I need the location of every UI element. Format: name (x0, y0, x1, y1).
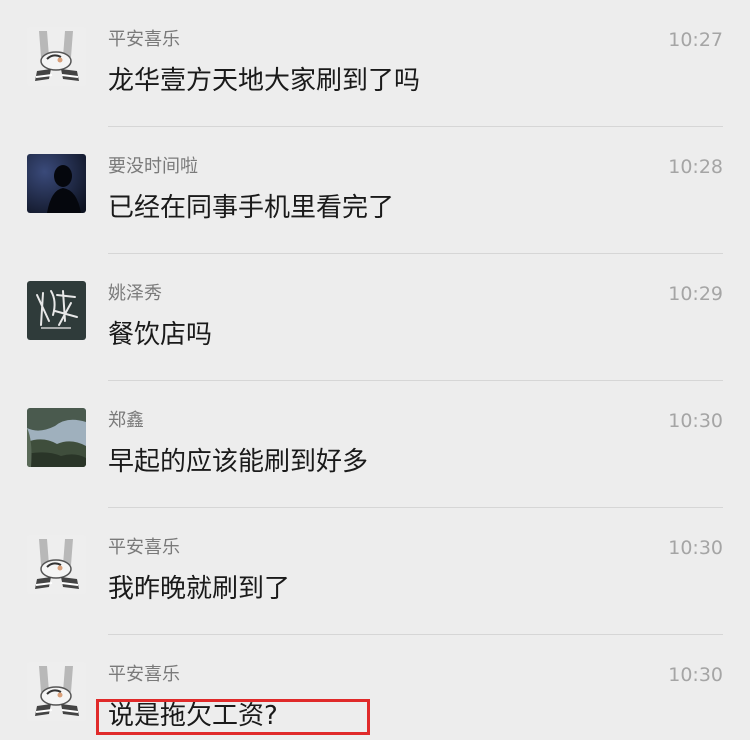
message-time: 10:27 (668, 29, 723, 51)
sender-name: 平安喜乐 (108, 29, 180, 50)
message-time: 10:30 (668, 537, 723, 559)
chat-message[interactable]: 郑鑫 10:30 早起的应该能刷到好多 (0, 381, 750, 508)
cartoon-dog-avatar-icon (27, 27, 86, 86)
sender-name: 平安喜乐 (108, 537, 180, 558)
message-text: 餐饮店吗 (108, 320, 213, 350)
message-text: 我昨晚就刷到了 (108, 574, 291, 604)
cartoon-dog-avatar-icon (27, 535, 86, 594)
chat-message[interactable]: 平安喜乐 10:30 我昨晚就刷到了 (0, 508, 750, 635)
chat-message[interactable]: 平安喜乐 10:27 龙华壹方天地大家刷到了吗 (0, 0, 750, 127)
chat-message[interactable]: 姚泽秀 10:29 餐饮店吗 (0, 254, 750, 381)
sender-name: 郑鑫 (108, 410, 144, 431)
avatar[interactable] (27, 408, 86, 467)
message-time: 10:29 (668, 283, 723, 305)
message-time: 10:28 (668, 156, 723, 178)
sender-name: 要没时间啦 (108, 156, 198, 177)
avatar[interactable] (27, 27, 86, 86)
chat-message[interactable]: 要没时间啦 10:28 已经在同事手机里看完了 (0, 127, 750, 254)
cartoon-dog-avatar-icon (27, 662, 86, 721)
avatar[interactable] (27, 281, 86, 340)
calligraphy-avatar-icon (27, 281, 86, 340)
message-time: 10:30 (668, 664, 723, 686)
message-text: 早起的应该能刷到好多 (108, 447, 369, 477)
dark-silhouette-avatar-icon (27, 154, 86, 213)
message-time: 10:30 (668, 410, 723, 432)
sender-name: 平安喜乐 (108, 664, 180, 685)
message-text: 已经在同事手机里看完了 (108, 193, 395, 223)
avatar[interactable] (27, 662, 86, 721)
avatar[interactable] (27, 154, 86, 213)
avatar[interactable] (27, 535, 86, 594)
chat-message-list: 平安喜乐 10:27 龙华壹方天地大家刷到了吗 要没时间啦 10:28 已经在同… (0, 0, 750, 740)
sender-name: 姚泽秀 (108, 283, 162, 304)
highlight-box (96, 699, 370, 735)
message-text: 龙华壹方天地大家刷到了吗 (108, 66, 421, 96)
landscape-avatar-icon (27, 408, 86, 467)
